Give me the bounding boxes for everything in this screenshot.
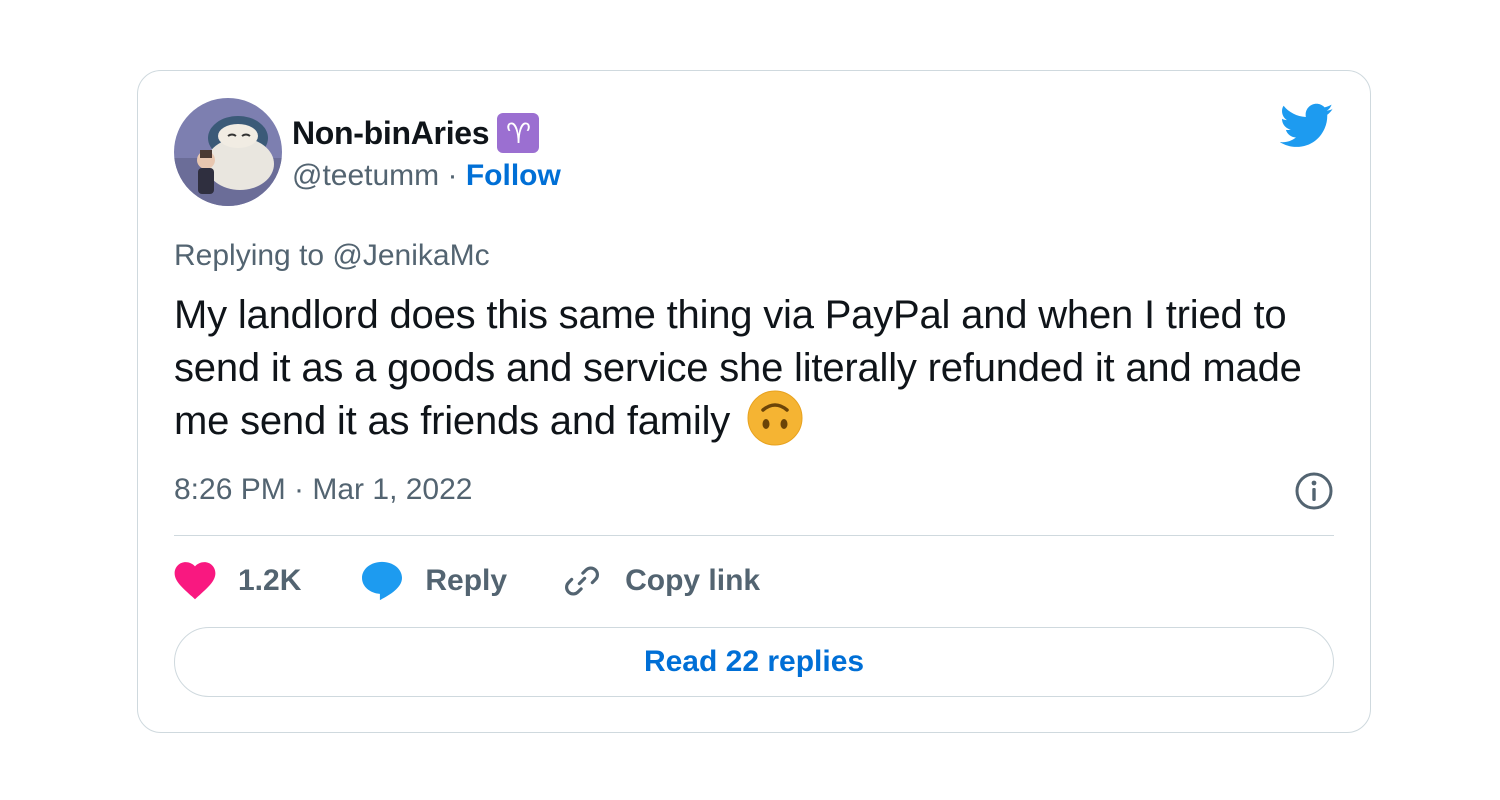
avatar[interactable] [174,98,282,206]
author-display-name[interactable]: Non-binAries [292,115,490,152]
tweet-timestamp[interactable]: 8:26 PM · Mar 1, 2022 [174,473,472,507]
read-replies-label: Read 22 replies [643,645,865,678]
tweet-embed-card: Non-binAries ♈ @teetumm · Follow Replyin… [137,70,1371,733]
like-button[interactable]: 1.2K [174,562,301,600]
tweet-text-block: My landlord does this same thing via Pay… [174,289,1314,448]
author-handle[interactable]: @teetumm [292,159,439,192]
read-replies-button[interactable]: Read 22 replies [174,627,1334,697]
follow-link[interactable]: Follow [466,159,561,192]
copy-link-label: Copy link [625,564,761,597]
divider [174,535,1334,536]
reply-button[interactable]: Reply [361,561,507,601]
author-name-row[interactable]: Non-binAries ♈ [292,113,540,153]
separator-dot: · [447,159,458,192]
reply-label: Reply [425,564,508,597]
like-count: 1.2K [238,564,302,597]
speech-bubble-icon [362,561,403,601]
heart-icon [174,562,216,600]
link-icon [565,566,600,596]
author-handle-row: @teetumm · Follow [292,159,561,193]
tweet-actions: 1.2K Reply Copy link [174,559,760,603]
upside-down-face-emoji-icon [747,390,803,446]
copy-link-button[interactable]: Copy link [561,560,760,602]
aries-emoji-icon: ♈ [497,113,540,153]
info-icon[interactable] [1294,471,1334,511]
replying-to-label[interactable]: Replying to @JenikaMc [174,239,490,273]
tweet-text: My landlord does this same thing via Pay… [174,293,1302,443]
twitter-bird-icon[interactable] [1280,103,1334,149]
